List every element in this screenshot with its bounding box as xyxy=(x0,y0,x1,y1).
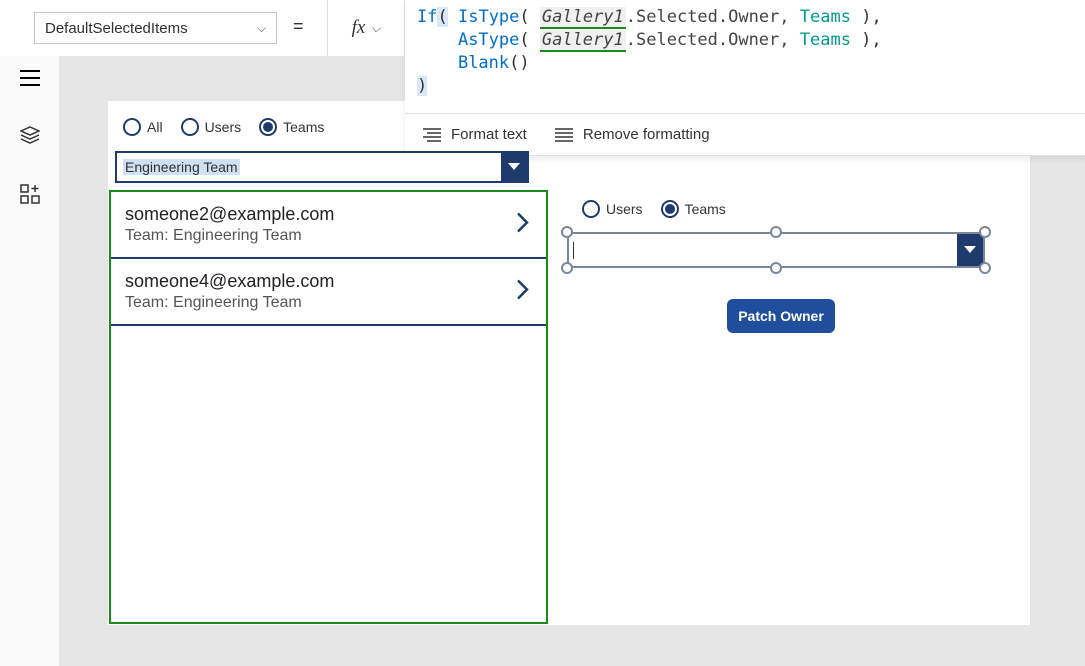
property-dropdown-value: DefaultSelectedItems xyxy=(45,20,188,37)
nav-rail xyxy=(0,0,60,666)
formula-id-gallery: Gallery1 xyxy=(540,7,626,29)
formula-bar[interactable]: If( IsType( Gallery1.Selected.Owner, Tea… xyxy=(405,0,1085,156)
patch-owner-button[interactable]: Patch Owner xyxy=(727,299,835,333)
radio-label: Teams xyxy=(685,201,726,217)
gallery-item-email: someone2@example.com xyxy=(125,204,532,225)
radio-users[interactable]: Users xyxy=(582,200,643,218)
right-radio-group: Users Teams xyxy=(582,200,726,218)
radio-label: Users xyxy=(205,119,242,135)
fx-label: fx xyxy=(352,17,366,39)
text-cursor xyxy=(573,242,574,259)
property-dropdown[interactable]: DefaultSelectedItems ⌵ xyxy=(34,12,277,44)
selection-handle[interactable] xyxy=(770,262,782,274)
formula-prop: .Selected.Owner, xyxy=(626,30,800,50)
formula-paren-close: ) xyxy=(417,76,427,96)
gallery-item-email: someone4@example.com xyxy=(125,271,532,292)
chevron-down-icon xyxy=(957,234,983,266)
team-combobox[interactable]: Engineering Team xyxy=(115,151,529,183)
radio-label: Teams xyxy=(283,119,324,135)
radio-teams[interactable]: Teams xyxy=(661,200,726,218)
radio-circle-selected-icon xyxy=(661,200,679,218)
patch-owner-label: Patch Owner xyxy=(738,308,824,324)
selection-handle[interactable] xyxy=(979,262,991,274)
formula-kw-istype: IsType xyxy=(458,7,519,27)
layers-icon[interactable] xyxy=(20,126,40,144)
format-text-button[interactable]: Format text xyxy=(423,126,527,143)
formula-toolbar: Format text Remove formatting xyxy=(405,113,1085,155)
gallery-item[interactable]: someone4@example.com Team: Engineering T… xyxy=(111,259,546,326)
radio-all[interactable]: All xyxy=(123,118,163,136)
selection-handle[interactable] xyxy=(561,226,573,238)
team-combobox-value: Engineering Team xyxy=(123,159,240,175)
radio-circle-icon xyxy=(181,118,199,136)
chevron-down-icon: ⌵ xyxy=(257,21,266,36)
formula-kw-blank: Blank xyxy=(458,53,509,73)
radio-label: Users xyxy=(606,201,643,217)
selection-handle[interactable] xyxy=(770,226,782,238)
radio-circle-icon xyxy=(123,118,141,136)
radio-label: All xyxy=(147,119,163,135)
formula-table-teams: Teams xyxy=(800,30,851,50)
chevron-right-icon[interactable] xyxy=(516,211,530,238)
gallery[interactable]: someone2@example.com Team: Engineering T… xyxy=(109,190,548,624)
formula-paren-open: ( xyxy=(437,7,447,27)
chevron-right-icon[interactable] xyxy=(516,278,530,305)
selection-handle[interactable] xyxy=(979,226,991,238)
remove-formatting-button[interactable]: Remove formatting xyxy=(555,126,710,143)
radio-teams[interactable]: Teams xyxy=(259,118,324,136)
chevron-down-icon xyxy=(501,153,527,181)
radio-users[interactable]: Users xyxy=(181,118,242,136)
gallery-item[interactable]: someone2@example.com Team: Engineering T… xyxy=(111,192,546,259)
formula-prop: .Selected.Owner, xyxy=(626,7,800,27)
left-radio-group: All Users Teams xyxy=(123,118,324,136)
radio-circle-icon xyxy=(582,200,600,218)
formula-kw-astype: AsType xyxy=(458,30,519,50)
chevron-down-icon: ⌵ xyxy=(371,21,380,36)
format-text-label: Format text xyxy=(451,126,527,143)
equals-label: = xyxy=(293,16,304,37)
selection-handle[interactable] xyxy=(561,262,573,274)
formula-id-gallery: Gallery1 xyxy=(540,30,626,52)
gallery-item-team: Team: Engineering Team xyxy=(125,227,532,245)
formula-text[interactable]: If( IsType( Gallery1.Selected.Owner, Tea… xyxy=(405,0,1085,104)
gallery-item-team: Team: Engineering Team xyxy=(125,294,532,312)
fx-button[interactable]: fx ⌵ xyxy=(327,0,405,56)
hamburger-icon[interactable] xyxy=(20,70,40,86)
remove-formatting-label: Remove formatting xyxy=(583,126,710,143)
formula-table-teams: Teams xyxy=(800,7,851,27)
grid-add-icon[interactable] xyxy=(20,184,40,204)
formula-kw-if: If xyxy=(417,7,437,27)
radio-circle-selected-icon xyxy=(259,118,277,136)
